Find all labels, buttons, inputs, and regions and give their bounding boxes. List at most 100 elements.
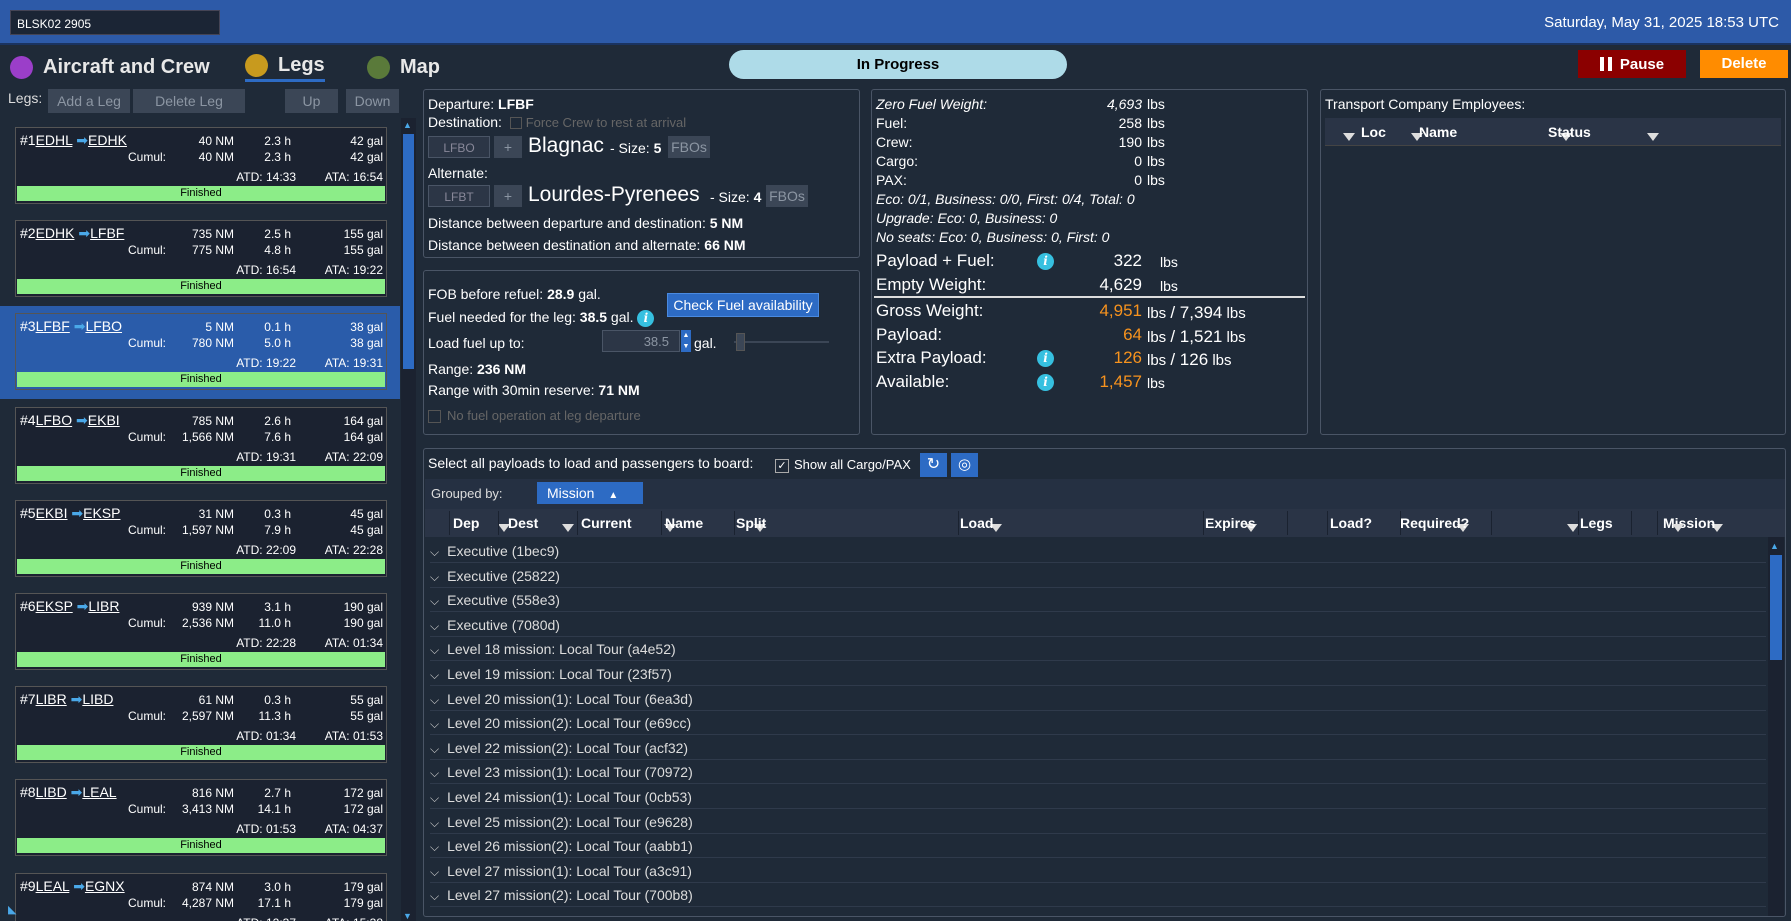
leg-from[interactable]: EKBI	[36, 505, 68, 521]
leg-to[interactable]: EKSP	[83, 505, 120, 521]
leg-from[interactable]: EKSP	[36, 598, 73, 614]
col-name[interactable]: Name	[1419, 124, 1457, 140]
col-load[interactable]: Load	[960, 515, 993, 531]
show-all-checkbox[interactable]: ✓	[775, 458, 789, 473]
leg-to[interactable]: EKBI	[88, 412, 120, 428]
chevron-down-icon[interactable]: ⌵	[430, 540, 439, 564]
payload-group-row[interactable]: ⌵ Level 27 mission(1): Local Tour (a3c91)	[430, 859, 1766, 883]
chevron-down-icon[interactable]: ⌵	[430, 712, 439, 736]
col-dep[interactable]: Dep	[453, 515, 479, 531]
alternate-input[interactable]: LFBT	[428, 185, 490, 207]
leg-card[interactable]: #6EKSP ➡LIBR 939 NM 3.1 h 190 gal Cumul: 2,53…	[15, 593, 387, 670]
resize-grip-icon[interactable]: ◣	[8, 903, 16, 916]
payloads-scrollbar[interactable]: ▲	[1768, 537, 1784, 916]
leg-card[interactable]: #4LFBO ➡EKBI 785 NM 2.6 h 164 gal Cumul: 1,56…	[15, 407, 387, 484]
chevron-down-icon[interactable]: ⌵	[430, 589, 439, 613]
payload-group-row[interactable]: ⌵ Level 27 mission(2): Local Tour (700b8)	[430, 883, 1766, 908]
tab-map[interactable]: Map	[367, 52, 440, 82]
group-chip-mission[interactable]: Mission ▲	[537, 482, 643, 504]
payload-group-row[interactable]: ⌵ Level 26 mission(2): Local Tour (aabb1)	[430, 834, 1766, 859]
col-load[interactable]: Load?	[1330, 515, 1372, 531]
payload-group-row[interactable]: ⌵ Level 18 mission: Local Tour (a4e52)	[430, 637, 1766, 662]
chevron-down-icon[interactable]: ⌵	[430, 614, 439, 638]
chevron-down-icon[interactable]: ⌵	[430, 761, 439, 785]
move-up-button[interactable]: Up	[285, 89, 338, 113]
leg-to[interactable]: LIBR	[88, 598, 119, 614]
alternate-add-button[interactable]: +	[494, 185, 522, 207]
leg-to[interactable]: LEAL	[82, 784, 116, 800]
delete-leg-button[interactable]: Delete Leg	[133, 89, 245, 113]
legs-scrollbar[interactable]: ▲ ▼	[401, 118, 416, 921]
load-fuel-spinner[interactable]: ▲ ▼	[681, 330, 691, 352]
load-fuel-input[interactable]: 38.5	[602, 330, 680, 352]
scroll-up-icon[interactable]: ▲	[403, 120, 412, 130]
chevron-down-icon[interactable]: ⌵	[430, 811, 439, 835]
col-name[interactable]: Name	[665, 515, 703, 531]
leg-to[interactable]: LFBO	[85, 318, 122, 334]
pause-button[interactable]: Pause	[1578, 50, 1686, 78]
chevron-down-icon[interactable]: ⌵	[430, 663, 439, 687]
dest-fbos-button[interactable]: FBOs	[668, 136, 710, 158]
leg-to[interactable]: LFBF	[90, 225, 124, 241]
payload-group-row[interactable]: ⌵ Level 20 mission(2): Local Tour (e69cc)	[430, 711, 1766, 736]
chevron-down-icon[interactable]: ⌵	[430, 688, 439, 712]
payload-group-row[interactable]: ⌵ Level 19 mission: Local Tour (23f57)	[430, 662, 1766, 686]
filter-icon[interactable]	[1672, 524, 1684, 533]
leg-to[interactable]: EDHK	[88, 132, 127, 148]
leg-to[interactable]: EGNX	[85, 878, 125, 894]
legs-scroll-thumb[interactable]	[403, 134, 414, 369]
payload-group-row[interactable]: ⌵ Executive (25822)	[430, 564, 1766, 588]
payload-group-row[interactable]: ⌵ Executive (1bec9)	[430, 539, 1766, 563]
filter-icon[interactable]	[1646, 133, 1659, 142]
col-loc[interactable]: Loc	[1361, 124, 1386, 140]
scroll-up-icon[interactable]: ▲	[1770, 541, 1779, 551]
chevron-down-icon[interactable]: ⌵	[430, 565, 439, 589]
payloads-scroll-thumb[interactable]	[1770, 555, 1782, 660]
leg-card[interactable]: #9LEAL ➡EGNX 874 NM 3.0 h 179 gal Cumul: 4,28…	[15, 873, 387, 921]
filter-icon[interactable]	[562, 524, 574, 533]
chevron-down-icon[interactable]: ⌵	[430, 786, 439, 810]
payload-group-row[interactable]: ⌵ Executive (558e3)	[430, 588, 1766, 613]
chevron-down-icon[interactable]: ⌵	[430, 737, 439, 761]
load-fuel-slider-track[interactable]	[734, 341, 829, 343]
leg-from[interactable]: LFBF	[36, 318, 70, 334]
check-fuel-button[interactable]: Check Fuel availability	[667, 293, 819, 317]
leg-from[interactable]: LFBO	[36, 412, 73, 428]
col-status[interactable]: Status	[1548, 124, 1591, 140]
leg-from[interactable]: LEAL	[36, 878, 70, 894]
leg-from[interactable]: EDHK	[36, 225, 75, 241]
col-required[interactable]: Required?	[1400, 515, 1469, 531]
leg-card[interactable]: #5EKBI ➡EKSP 31 NM 0.3 h 45 gal Cumul: 1,597 …	[15, 500, 387, 577]
destination-input[interactable]: LFBO	[428, 136, 490, 158]
alt-fbos-button[interactable]: FBOs	[766, 185, 808, 207]
payload-group-row[interactable]: ⌵ Level 25 mission(2): Local Tour (e9628)	[430, 810, 1766, 834]
payload-group-row[interactable]: ⌵ Level 20 mission(1): Local Tour (6ea3d)	[430, 687, 1766, 711]
col-dest[interactable]: Dest	[508, 515, 538, 531]
destination-add-button[interactable]: +	[494, 136, 522, 158]
leg-from[interactable]: LIBR	[36, 691, 67, 707]
load-fuel-slider-thumb[interactable]	[736, 333, 745, 351]
payload-group-row[interactable]: ⌵ Level 23 mission(1): Local Tour (70972)	[430, 760, 1766, 785]
leg-to[interactable]: LIBD	[82, 691, 113, 707]
refresh-icon[interactable]: ↻	[920, 453, 947, 477]
leg-card[interactable]: #8LIBD ➡LEAL 816 NM 2.7 h 172 gal Cumul: 3,41…	[15, 779, 387, 856]
col-current[interactable]: Current	[581, 515, 632, 531]
no-fuel-checkbox[interactable]	[428, 410, 441, 424]
payload-group-row[interactable]: ⌵ Level 24 mission(1): Local Tour (0cb53)	[430, 785, 1766, 809]
leg-from[interactable]: LIBD	[36, 784, 67, 800]
leg-card[interactable]: #7LIBR ➡LIBD 61 NM 0.3 h 55 gal Cumul: 2,597 …	[15, 686, 387, 763]
add-leg-button[interactable]: Add a Leg	[48, 89, 130, 113]
filter-icon[interactable]	[1343, 133, 1355, 142]
flight-id-field[interactable]: BLSK02 2905	[10, 10, 220, 35]
scroll-down-icon[interactable]: ▼	[403, 911, 412, 921]
leg-from[interactable]: EDHL	[36, 132, 73, 148]
col-split[interactable]: Split	[736, 515, 766, 531]
col-mission[interactable]: Mission	[1663, 515, 1715, 531]
payload-group-row[interactable]: ⌵ Executive (7080d)	[430, 613, 1766, 637]
col-expires[interactable]: Expires	[1205, 515, 1256, 531]
delete-button[interactable]: Delete	[1700, 50, 1788, 78]
move-down-button[interactable]: Down	[346, 89, 399, 113]
tab-aircraft-and-crew[interactable]: Aircraft and Crew	[10, 52, 210, 82]
chevron-down-icon[interactable]: ⌵	[430, 638, 439, 662]
sort-asc-icon[interactable]: ▲	[608, 490, 618, 501]
